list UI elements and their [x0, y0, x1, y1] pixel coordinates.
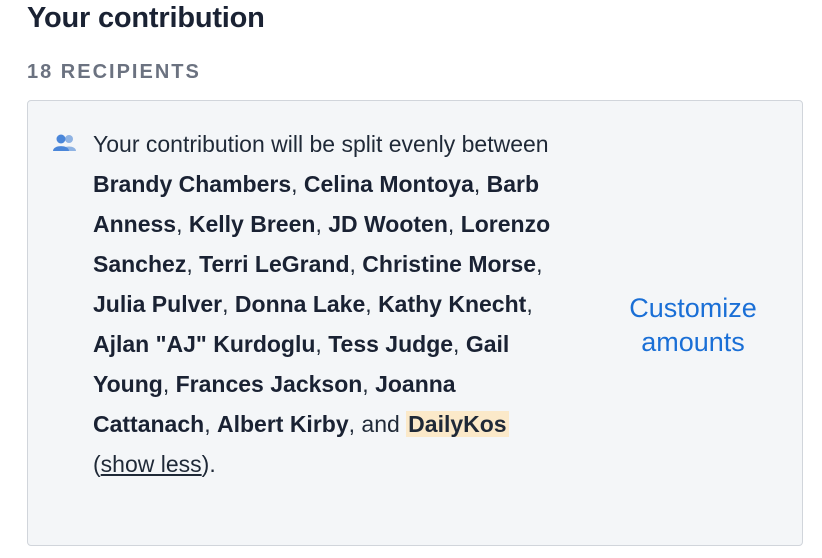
recipient-name: Kathy Knecht: [378, 291, 527, 317]
recipient-name: Kelly Breen: [188, 211, 316, 237]
recipients-count: 18 RECIPIENTS: [27, 61, 201, 83]
recipient-name: Frances Jackson: [175, 371, 363, 397]
recipient-list: Brandy Chambers, Celina Montoya, Barb An…: [93, 171, 551, 437]
split-description: Your contribution will be split evenly b…: [93, 131, 551, 477]
page-title: Your contribution: [27, 2, 265, 34]
recipient-name: Christine Morse: [362, 251, 537, 277]
split-panel: Your contribution will be split evenly b…: [27, 100, 803, 546]
recipient-name: Brandy Chambers: [93, 171, 292, 197]
recipient-name: JD Wooten: [328, 211, 448, 237]
and-text: and: [361, 411, 400, 437]
split-intro: Your contribution will be split evenly b…: [93, 131, 549, 157]
recipient-name: Ajlan "AJ" Kurdoglu: [93, 331, 316, 357]
recipient-name: Terri LeGrand: [199, 251, 350, 277]
recipient-name: Julia Pulver: [93, 291, 223, 317]
people-icon: [52, 134, 78, 152]
recipient-name: Albert Kirby: [216, 411, 349, 437]
recipient-name: Celina Montoya: [303, 171, 474, 197]
dailykos-highlight: DailyKos: [406, 411, 509, 437]
customize-amounts-link[interactable]: Customize amounts: [618, 291, 768, 359]
recipient-name: Tess Judge: [328, 331, 454, 357]
show-less-link[interactable]: show less: [101, 451, 202, 477]
recipient-name: Donna Lake: [234, 291, 366, 317]
